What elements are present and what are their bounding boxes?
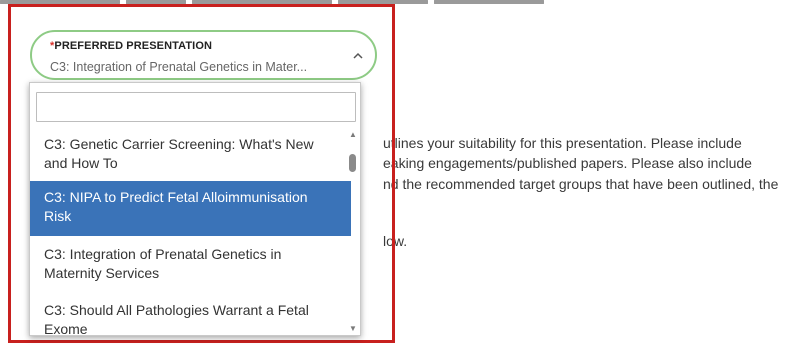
option-text-line: Exome [44, 321, 88, 336]
option-text-line: C3: Should All Pathologies Warrant a Fet… [44, 302, 309, 318]
scroll-down-arrow-icon[interactable]: ▼ [348, 324, 358, 333]
dropdown-scrollbar[interactable]: ▲ ▼ [348, 130, 358, 335]
preferred-presentation-select[interactable]: *PREFERRED PRESENTATION C3: Integration … [30, 30, 377, 80]
option-pathologies-fetal-exome[interactable]: C3: Should All Pathologies Warrant a Fet… [30, 299, 351, 336]
chevron-up-icon[interactable] [349, 46, 367, 64]
option-text-line: C3: Integration of Prenatal Genetics in [44, 246, 282, 262]
scroll-up-arrow-icon[interactable]: ▲ [348, 130, 358, 139]
option-nipa-fetal-alloimmunisation[interactable]: C3: NIPA to Predict Fetal Alloimmunisati… [30, 181, 351, 236]
option-integration-prenatal-genetics[interactable]: C3: Integration of Prenatal Genetics in … [30, 243, 351, 286]
dropdown-search-input[interactable] [36, 92, 356, 122]
scroll-thumb[interactable] [349, 154, 356, 172]
dropdown-panel: C3: Genetic Carrier Screening: What's Ne… [29, 82, 361, 336]
option-genetic-carrier-screening[interactable]: C3: Genetic Carrier Screening: What's Ne… [30, 132, 351, 175]
field-label: *PREFERRED PRESENTATION [50, 40, 212, 52]
instruction-text-line-2: eaking engagements/published papers. Ple… [383, 155, 752, 171]
option-text-line: C3: Genetic Carrier Screening: What's Ne… [44, 136, 314, 152]
option-text-line: C3: NIPA to Predict Fetal Alloimmunisati… [44, 189, 308, 205]
field-label-text: PREFERRED PRESENTATION [54, 40, 213, 52]
option-text-line: Maternity Services [44, 265, 160, 281]
option-text-line: and How To [44, 155, 118, 171]
option-list: C3: Genetic Carrier Screening: What's Ne… [30, 130, 351, 336]
option-text-line: Risk [44, 208, 72, 224]
instruction-text-line-3: nd the recommended target groups that ha… [383, 176, 779, 192]
selected-value: C3: Integration of Prenatal Genetics in … [50, 60, 308, 74]
instruction-text-line-1: utlines your suitability for this presen… [383, 135, 742, 151]
